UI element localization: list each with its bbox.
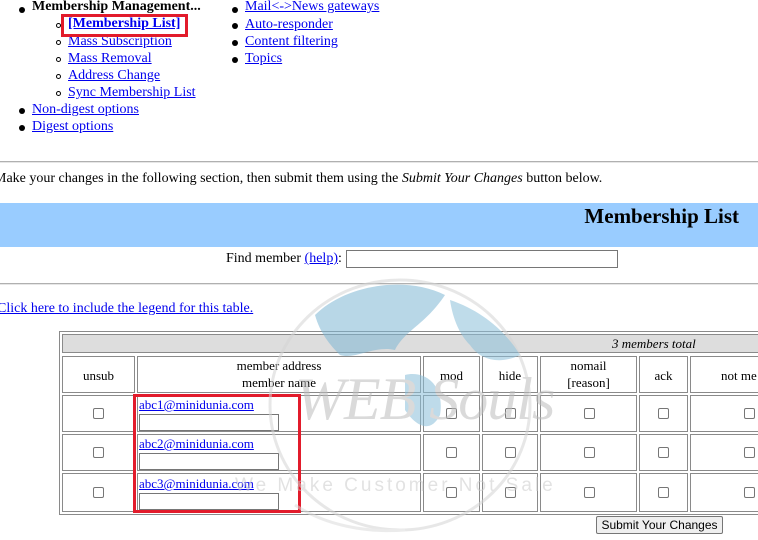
instructions-after: button below. xyxy=(522,171,603,186)
nav-link-mail-news-gateways[interactable]: Mail<->News gateways xyxy=(245,0,379,15)
legend-link[interactable]: Click here to include the legend for thi… xyxy=(0,301,253,317)
ack-checkbox[interactable] xyxy=(658,447,669,458)
members-total: 3 members total xyxy=(612,336,696,351)
list-bullet xyxy=(232,7,238,13)
instructions-text: Make your changes in the following secti… xyxy=(0,171,602,187)
nav-link-sync-membership-list[interactable]: Sync Membership List xyxy=(68,85,196,101)
list-bullet xyxy=(232,23,238,29)
find-member-colon: : xyxy=(337,251,342,266)
instructions-before: Make your changes in the following secti… xyxy=(0,171,402,186)
header-nomail: nomail [reason] xyxy=(540,356,637,393)
ack-checkbox[interactable] xyxy=(658,408,669,419)
nav-link-address-change[interactable]: Address Change xyxy=(68,68,160,84)
highlight-box-membership-list xyxy=(61,14,188,37)
nav-link-digest-options[interactable]: Digest options xyxy=(32,119,113,135)
header-unsub: unsub xyxy=(62,356,135,393)
not-me-checkbox[interactable] xyxy=(744,487,755,498)
nomail-checkbox[interactable] xyxy=(584,447,595,458)
header-hide: hide xyxy=(482,356,538,393)
hide-checkbox[interactable] xyxy=(505,408,516,419)
header-member-address: member address member name xyxy=(137,356,421,393)
nav-link-content-filtering[interactable]: Content filtering xyxy=(245,34,338,50)
mod-checkbox[interactable] xyxy=(446,447,457,458)
find-member-label: Find member (help): xyxy=(226,251,342,267)
header-not-me: not me xyxy=(690,356,758,393)
divider xyxy=(0,161,758,163)
nomail-checkbox[interactable] xyxy=(584,408,595,419)
list-circle xyxy=(56,40,61,45)
header-address-line1: member address xyxy=(236,358,322,373)
list-bullet xyxy=(19,125,25,131)
nav-link-auto-responder[interactable]: Auto-responder xyxy=(245,17,333,33)
unsub-checkbox[interactable] xyxy=(93,408,104,419)
not-me-checkbox[interactable] xyxy=(744,447,755,458)
list-circle xyxy=(56,74,61,79)
header-nomail-line2: [reason] xyxy=(567,375,610,390)
list-bullet xyxy=(232,57,238,63)
header-ack: ack xyxy=(639,356,688,393)
unsub-checkbox[interactable] xyxy=(93,487,104,498)
list-circle xyxy=(56,91,61,96)
highlight-box-member-addresses xyxy=(133,394,301,513)
submit-changes-button[interactable]: Submit Your Changes xyxy=(596,516,723,534)
membership-management-heading: Membership Management... xyxy=(32,0,201,14)
help-link[interactable]: (help) xyxy=(305,251,338,266)
nav-link-mass-removal[interactable]: Mass Removal xyxy=(68,51,152,67)
nomail-checkbox[interactable] xyxy=(584,487,595,498)
section-title: Membership List xyxy=(584,204,739,228)
header-nomail-line1: nomail xyxy=(570,358,607,373)
not-me-checkbox[interactable] xyxy=(744,408,755,419)
ack-checkbox[interactable] xyxy=(658,487,669,498)
list-circle xyxy=(56,57,61,62)
mod-checkbox[interactable] xyxy=(446,487,457,498)
list-bullet xyxy=(19,108,25,114)
find-member-text: Find member xyxy=(226,251,305,266)
list-bullet xyxy=(19,7,25,13)
nav-link-topics[interactable]: Topics xyxy=(245,51,282,67)
header-address-line2: member name xyxy=(242,375,316,390)
divider xyxy=(0,283,758,285)
find-member-input[interactable] xyxy=(346,250,618,268)
mod-checkbox[interactable] xyxy=(446,408,457,419)
instructions-emphasis: Submit Your Changes xyxy=(401,171,523,186)
list-bullet xyxy=(232,40,238,46)
header-mod: mod xyxy=(423,356,480,393)
unsub-checkbox[interactable] xyxy=(93,447,104,458)
hide-checkbox[interactable] xyxy=(505,487,516,498)
hide-checkbox[interactable] xyxy=(505,447,516,458)
nav-link-non-digest-options[interactable]: Non-digest options xyxy=(32,102,139,118)
